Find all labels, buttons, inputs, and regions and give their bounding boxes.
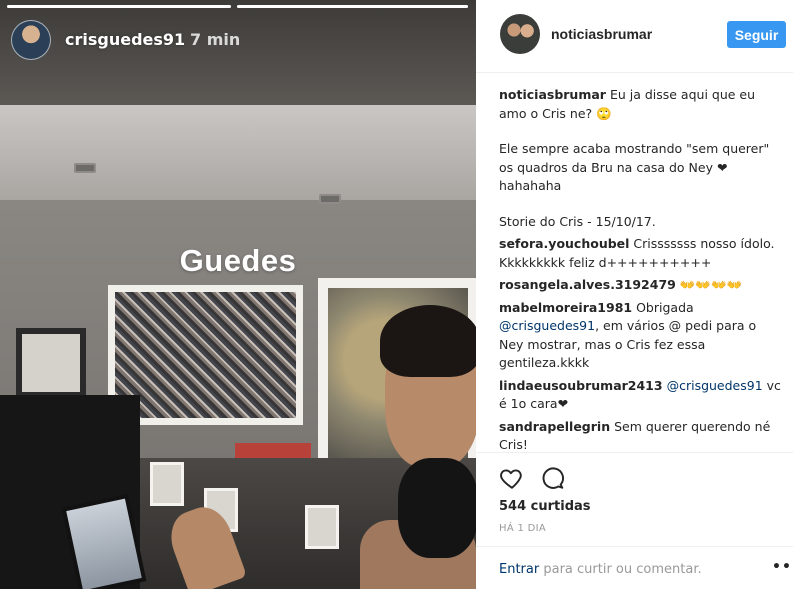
- post-actions: 544 curtidas HÁ 1 DIA: [476, 452, 793, 534]
- more-options-icon[interactable]: •••: [772, 559, 793, 575]
- comment-mention[interactable]: @crisguedes91: [667, 378, 763, 393]
- caption-username[interactable]: noticiasbrumar: [499, 87, 606, 102]
- comment-username[interactable]: sandrapellegrin: [499, 419, 610, 434]
- post-timestamp: HÁ 1 DIA: [499, 523, 546, 534]
- story-progress-bar: [7, 5, 231, 8]
- comment-footer: Entrar para curtir ou comentar. •••: [476, 546, 793, 589]
- comment-username[interactable]: sefora.youchoubel: [499, 236, 629, 251]
- comment-text: Obrigada: [636, 299, 694, 315]
- comment-mention[interactable]: @crisguedes91: [499, 318, 595, 333]
- headphones: [398, 458, 476, 558]
- wall-frame: [16, 328, 86, 398]
- likes-count[interactable]: 544 curtidas: [499, 499, 591, 514]
- scene-ceiling: [0, 0, 476, 110]
- login-prompt: Entrar para curtir ou comentar.: [499, 562, 702, 577]
- comment-item: rosangela.alves.3192479 👐👐👐👐: [499, 276, 784, 295]
- story-text-overlay: Guedes: [179, 243, 297, 278]
- shelf-photo: [305, 505, 339, 549]
- login-link[interactable]: Entrar: [499, 562, 539, 577]
- story-avatar[interactable]: [11, 20, 51, 60]
- comment-username[interactable]: mabelmoreira1981: [499, 300, 632, 315]
- heart-icon[interactable]: [499, 465, 525, 491]
- comment-icon[interactable]: [539, 465, 565, 491]
- comment-item: lindaeusoubrumar2413 @crisguedes91 vc é …: [499, 377, 784, 414]
- author-avatar[interactable]: [500, 14, 540, 54]
- scene-soffit: [0, 105, 476, 200]
- post-header: noticiasbrumar Seguir: [476, 0, 793, 73]
- story-timestamp: 7 min: [190, 30, 241, 49]
- comment-item: sefora.youchoubel Crisssssss nosso ídolo…: [499, 235, 784, 272]
- caption-line: Storie do Cris - 15/10/17.: [499, 213, 656, 229]
- ceiling-light: [319, 194, 341, 204]
- story-progress-bar: [237, 5, 468, 8]
- story-username[interactable]: crisguedes91: [65, 30, 185, 49]
- person-hair: [380, 305, 476, 377]
- comment-username[interactable]: rosangela.alves.3192479: [499, 277, 676, 292]
- story-media[interactable]: crisguedes91 7 min Guedes: [0, 0, 476, 589]
- comments-list[interactable]: noticiasbrumar Eu ja disse aqui que eu a…: [499, 86, 784, 452]
- login-prompt-text: para curtir ou comentar.: [539, 562, 702, 577]
- comment-text: 👐👐👐👐: [679, 277, 743, 292]
- post-panel: noticiasbrumar Seguir noticiasbrumar Eu …: [476, 0, 793, 589]
- comment-username[interactable]: lindaeusoubrumar2413: [499, 378, 663, 393]
- comment-item: mabelmoreira1981 Obrigada @crisguedes91,…: [499, 299, 784, 373]
- follow-button[interactable]: Seguir: [727, 21, 786, 48]
- author-username[interactable]: noticiasbrumar: [551, 26, 652, 42]
- comment-item: sandrapellegrin Sem querer querendo né C…: [499, 418, 784, 453]
- post-caption: noticiasbrumar Eu ja disse aqui que eu a…: [499, 86, 784, 231]
- ceiling-light: [74, 163, 96, 173]
- shelf-photo: [150, 462, 184, 506]
- caption-line: Ele sempre acaba mostrando "sem querer" …: [499, 141, 770, 193]
